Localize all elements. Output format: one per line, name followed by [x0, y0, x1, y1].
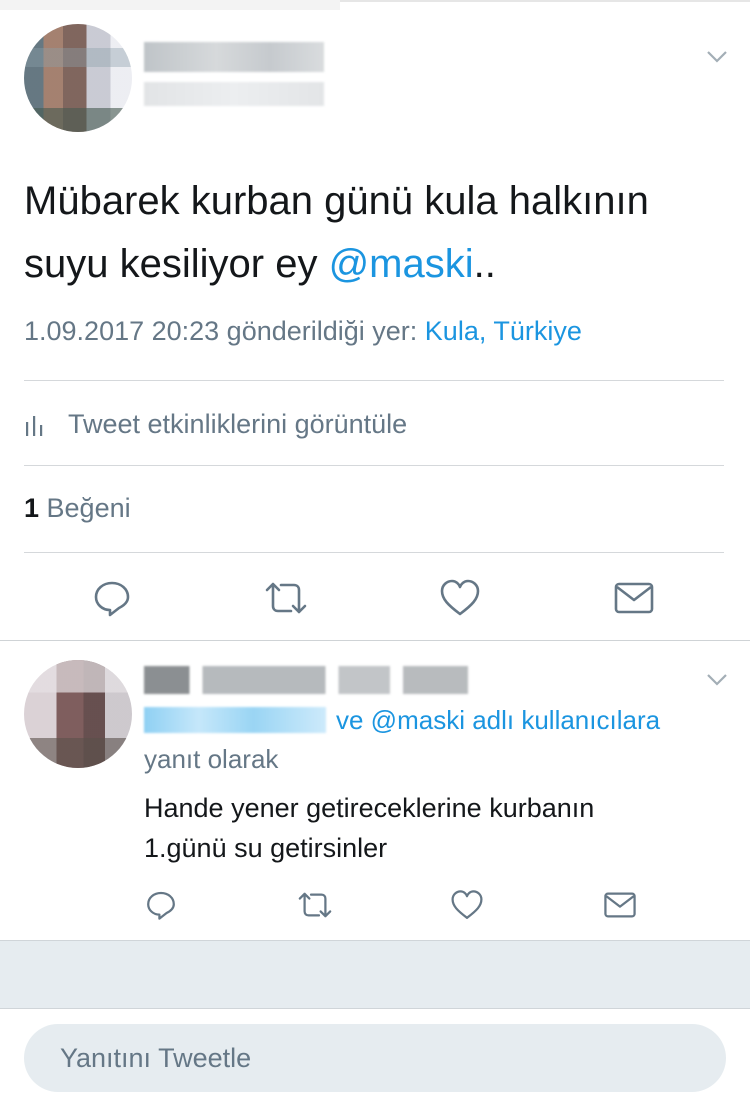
divider — [24, 552, 724, 553]
analytics-label: Tweet etkinliklerini görüntüle — [68, 408, 408, 439]
retweet-button[interactable] — [290, 880, 340, 930]
tweet-text-suffix: .. — [473, 242, 496, 286]
tweet-actions — [0, 573, 750, 623]
tweet-meta: 1.09.2017 20:23 gönderildiği yer: Kula, … — [24, 316, 582, 347]
direct-message-button[interactable] — [595, 880, 645, 930]
reply-as-label: yanıt olarak — [144, 744, 279, 774]
like-button[interactable] — [435, 573, 485, 623]
location-link[interactable]: Kula, Türkiye — [425, 316, 582, 346]
envelope-icon — [604, 892, 636, 918]
reply-actions — [0, 880, 750, 930]
author-name-blurred[interactable] — [144, 42, 324, 72]
heart-icon — [440, 579, 480, 616]
divider — [24, 380, 724, 381]
reply-tweet-input[interactable]: Yanıtını Tweetle — [24, 1024, 726, 1092]
reply-button[interactable] — [136, 880, 186, 930]
reply-text-line2: 1.günü su getirsinler — [144, 833, 388, 863]
timestamp: 1.09.2017 20:23 gönderildiği yer: — [24, 316, 425, 346]
reply-to-users[interactable]: ve @maski adlı kullanıcılara — [336, 705, 660, 735]
reply-icon — [147, 891, 175, 920]
likes-count[interactable]: 1 Beğeni — [24, 493, 131, 524]
mention-link[interactable]: @maski — [329, 242, 474, 286]
retweet-button[interactable] — [261, 573, 311, 623]
analytics-link[interactable]: Tweet etkinliklerini görüntüle — [24, 404, 407, 444]
chevron-down-icon[interactable] — [706, 673, 728, 687]
divider — [24, 465, 724, 466]
reply-button[interactable] — [87, 573, 137, 623]
conversation-footer — [0, 940, 750, 1009]
main-tweet: Mübarek kurban günü kula halkının suyu k… — [0, 0, 750, 640]
likes-label: Beğeni — [39, 493, 131, 523]
tweet-text: Mübarek kurban günü kula halkının suyu k… — [24, 170, 714, 296]
author-handle-blurred — [144, 82, 324, 106]
envelope-icon — [614, 582, 654, 614]
reply-to-handle-blurred[interactable] — [144, 707, 326, 733]
reply-avatar[interactable] — [24, 660, 132, 768]
bar-chart-icon — [26, 416, 43, 436]
reply-icon — [94, 581, 130, 617]
reply-placeholder: Yanıtını Tweetle — [60, 1042, 252, 1073]
likes-number: 1 — [24, 493, 40, 523]
reply-author-blurred[interactable] — [144, 666, 468, 694]
reply-text-line1: Hande yener getireceklerine kurbanın — [144, 793, 595, 823]
tweet-separator — [0, 640, 750, 641]
heart-icon — [451, 890, 483, 919]
like-button[interactable] — [442, 880, 492, 930]
chevron-down-icon[interactable] — [706, 50, 728, 64]
avatar[interactable] — [24, 24, 132, 132]
reply-text: Hande yener getireceklerine kurbanın 1.g… — [144, 788, 724, 868]
retweet-icon — [265, 582, 307, 614]
retweet-icon — [298, 892, 332, 918]
reply-to-line: ve @maski adlı kullanıcılara — [144, 702, 734, 738]
direct-message-button[interactable] — [609, 573, 659, 623]
